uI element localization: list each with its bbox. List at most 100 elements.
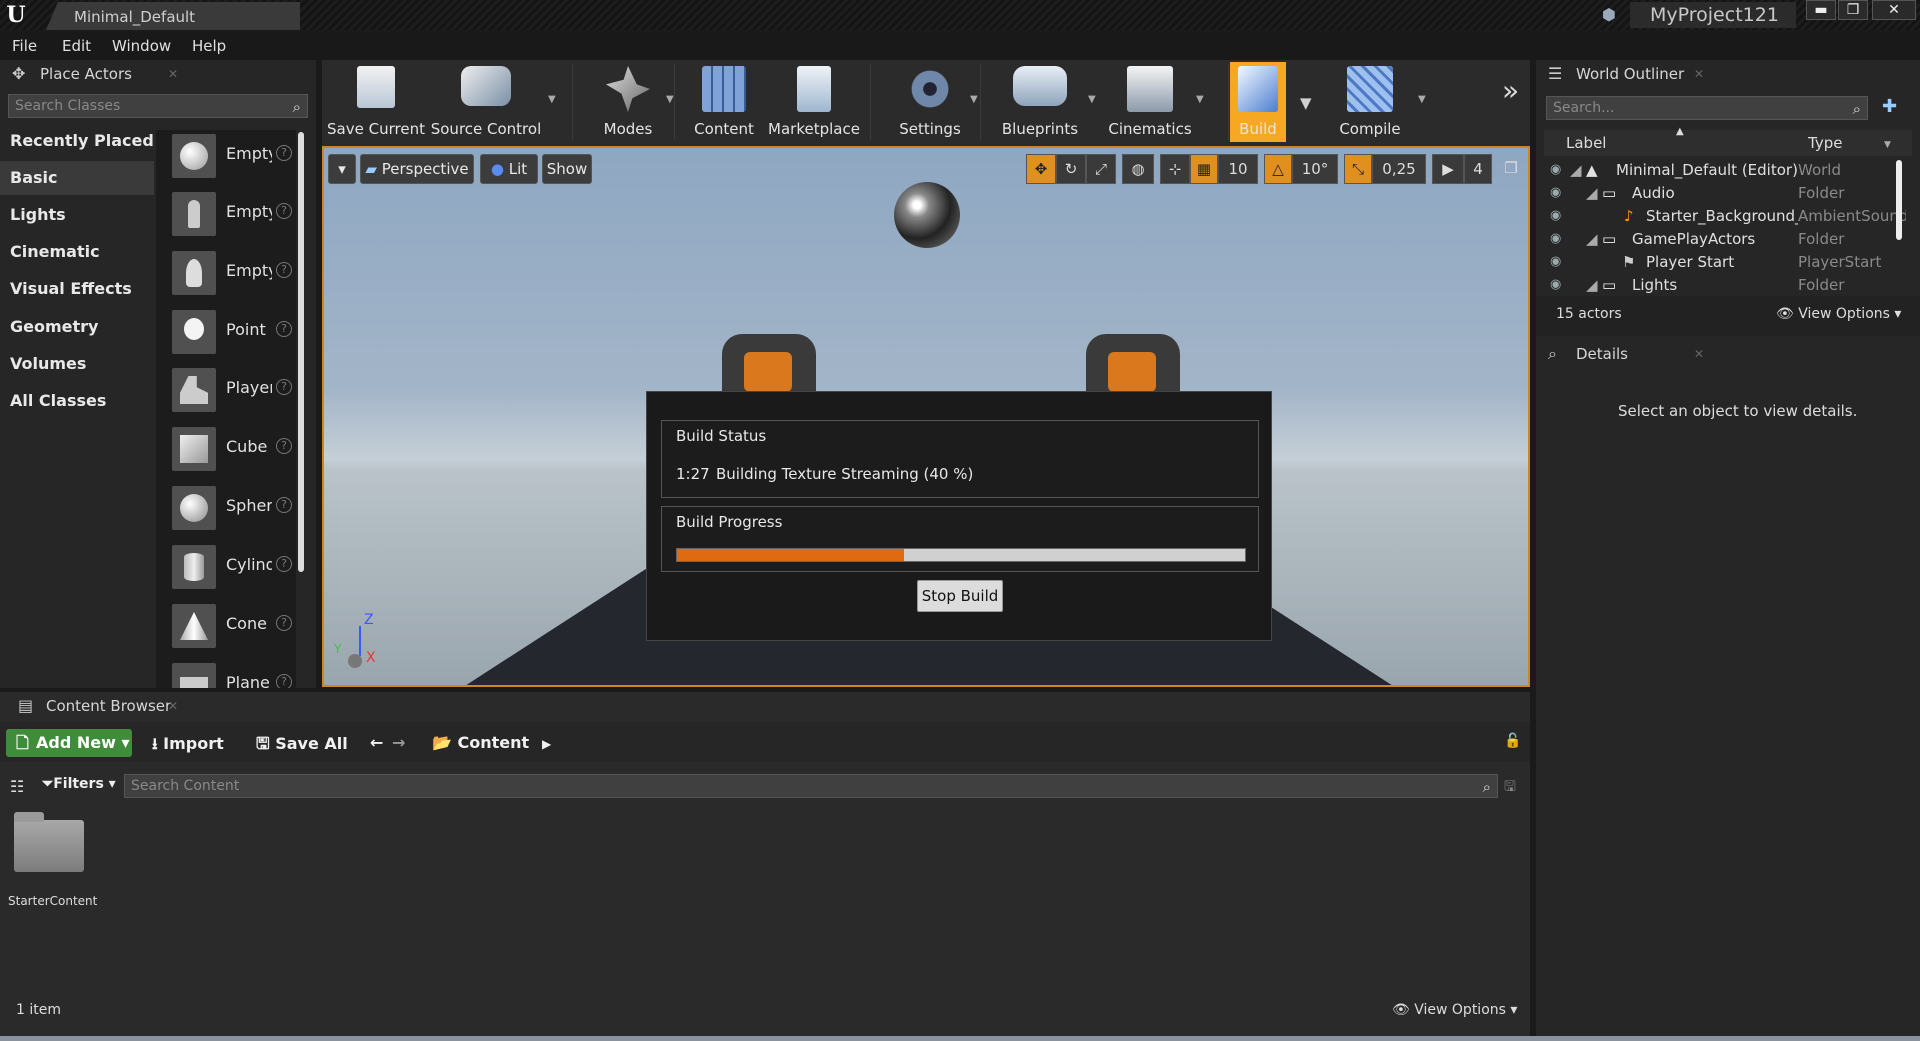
- actor-item[interactable]: Cube ?: [164, 423, 296, 471]
- chevron-down-icon[interactable]: ▼: [548, 94, 556, 105]
- search-classes-input[interactable]: Search Classes ⌕: [8, 94, 308, 118]
- outliner-row[interactable]: ◉ ♪ Starter_Background_C AmbientSound: [1536, 206, 1912, 229]
- help-icon[interactable]: ?: [276, 674, 292, 688]
- visibility-eye-icon[interactable]: ◉: [1550, 254, 1561, 269]
- column-label-header[interactable]: Label: [1566, 134, 1606, 152]
- visibility-eye-icon[interactable]: ◉: [1550, 162, 1561, 177]
- expand-arrow-icon[interactable]: ◢: [1586, 276, 1598, 293]
- chevron-down-icon[interactable]: ▼: [970, 94, 978, 105]
- level-tab[interactable]: Minimal_Default: [46, 2, 300, 30]
- help-icon[interactable]: ?: [276, 145, 292, 161]
- actor-list-scrollbar[interactable]: [298, 132, 304, 572]
- viewport-options-button[interactable]: ▾: [328, 154, 356, 184]
- sources-toggle-icon[interactable]: ☷: [10, 777, 24, 796]
- place-actors-tab[interactable]: ✥ Place Actors ✕: [0, 60, 186, 88]
- visibility-eye-icon[interactable]: ◉: [1550, 185, 1561, 200]
- close-button[interactable]: ✕: [1872, 0, 1916, 20]
- help-icon[interactable]: ?: [276, 321, 292, 337]
- visibility-eye-icon[interactable]: ◉: [1550, 231, 1561, 246]
- add-new-button[interactable]: 🗋 Add New ▾: [6, 729, 132, 757]
- category-basic[interactable]: Basic: [0, 161, 154, 195]
- scale-snap-value[interactable]: 0,25: [1372, 154, 1426, 184]
- lock-icon[interactable]: 🔓: [1504, 733, 1521, 749]
- category-cinematic[interactable]: Cinematic: [0, 235, 154, 269]
- settings-button[interactable]: Settings ▼: [882, 62, 978, 142]
- rotation-snap-value[interactable]: 10°: [1292, 154, 1338, 184]
- save-search-icon[interactable]: 🖫: [1504, 776, 1516, 800]
- chevron-down-icon[interactable]: ▼: [1088, 94, 1096, 105]
- help-icon[interactable]: ?: [276, 379, 292, 395]
- category-volumes[interactable]: Volumes: [0, 347, 154, 381]
- expand-arrow-icon[interactable]: ◢: [1586, 230, 1598, 248]
- menu-help[interactable]: Help: [192, 37, 226, 55]
- camera-speed-value[interactable]: 4: [1464, 154, 1492, 184]
- translate-tool-icon[interactable]: ✥: [1026, 154, 1056, 184]
- more-tools-chevron-icon[interactable]: »: [1502, 74, 1519, 107]
- category-recently-placed[interactable]: Recently Placed: [0, 124, 154, 158]
- actor-item[interactable]: Point ?: [164, 306, 296, 354]
- minimize-button[interactable]: ▬: [1806, 0, 1836, 20]
- help-icon[interactable]: ?: [276, 262, 292, 278]
- help-icon[interactable]: ?: [276, 556, 292, 572]
- show-button[interactable]: Show: [542, 154, 592, 184]
- back-arrow-icon[interactable]: ←: [370, 733, 383, 752]
- menu-file[interactable]: File: [12, 37, 37, 55]
- actor-item[interactable]: Cylinder ?: [164, 541, 296, 589]
- scale-snap-icon[interactable]: ⤡: [1344, 154, 1372, 184]
- actor-item[interactable]: Empty ?: [164, 247, 296, 295]
- folder-tile-starter-content[interactable]: StarterContent: [0, 802, 100, 922]
- cinematics-button[interactable]: Cinematics ▼: [1098, 62, 1204, 142]
- lit-button[interactable]: ● Lit: [480, 154, 538, 184]
- grid-snap-icon[interactable]: ▦: [1190, 154, 1218, 184]
- category-lights[interactable]: Lights: [0, 198, 154, 232]
- tab-close-icon[interactable]: ✕: [1694, 60, 1704, 88]
- rotation-snap-icon[interactable]: △: [1264, 154, 1292, 184]
- outliner-search-input[interactable]: Search... ⌕: [1546, 96, 1868, 120]
- unreal-logo-icon[interactable]: U: [3, 2, 29, 28]
- maximize-viewport-icon[interactable]: ❐: [1500, 154, 1522, 184]
- visibility-eye-icon[interactable]: ◉: [1550, 277, 1561, 292]
- menu-edit[interactable]: Edit: [62, 37, 91, 55]
- path-chevron-icon[interactable]: ▶: [542, 737, 551, 751]
- content-browser-tab[interactable]: ▤ Content Browser ✕: [6, 692, 186, 720]
- scale-tool-icon[interactable]: ⤢: [1086, 154, 1116, 184]
- save-all-button[interactable]: 🖫 Save All: [256, 733, 348, 760]
- outliner-row[interactable]: ◉ ◢ ▭ Lights Folder: [1536, 275, 1912, 293]
- content-button[interactable]: Content: [684, 62, 764, 142]
- blueprints-button[interactable]: Blueprints ▼: [990, 62, 1096, 142]
- chevron-down-icon[interactable]: ▼: [1196, 94, 1204, 105]
- actor-item[interactable]: Cone ?: [164, 600, 296, 648]
- marketplace-button[interactable]: Marketplace: [766, 62, 862, 142]
- menu-window[interactable]: Window: [112, 37, 171, 55]
- rotate-tool-icon[interactable]: ↻: [1056, 154, 1086, 184]
- maximize-button[interactable]: ❐: [1838, 0, 1868, 20]
- column-type-header[interactable]: Type: [1808, 134, 1842, 152]
- view-options-button[interactable]: 👁 View Options ▾: [1776, 306, 1901, 322]
- save-current-button[interactable]: Save Current: [326, 62, 426, 142]
- outliner-row[interactable]: ◉ ◢ ▭ Audio Folder: [1536, 183, 1912, 206]
- tab-close-icon[interactable]: ✕: [168, 692, 178, 720]
- category-all-classes[interactable]: All Classes: [0, 384, 154, 418]
- details-tab[interactable]: ⌕ Details ✕: [1536, 340, 1712, 368]
- search-content-input[interactable]: Search Content ⌕: [124, 774, 1498, 798]
- category-geometry[interactable]: Geometry: [0, 310, 154, 344]
- outliner-row[interactable]: ◉ ◢ ▭ GamePlayActors Folder: [1536, 229, 1912, 252]
- compile-button[interactable]: Compile ▼: [1318, 62, 1426, 142]
- source-control-button[interactable]: Source Control ▼: [430, 62, 556, 142]
- outliner-row[interactable]: ◉ ◢ ▲ Minimal_Default (Editor) World: [1536, 160, 1912, 183]
- help-icon[interactable]: ?: [276, 497, 292, 513]
- world-outliner-tab[interactable]: ☰ World Outliner ✕: [1536, 60, 1712, 88]
- path-content-crumb[interactable]: 📂 Content: [432, 733, 529, 752]
- tab-close-icon[interactable]: ✕: [168, 60, 178, 88]
- stop-build-button[interactable]: Stop Build: [917, 580, 1003, 612]
- help-icon[interactable]: ?: [276, 438, 292, 454]
- perspective-button[interactable]: ▰ Perspective: [360, 154, 474, 184]
- grid-snap-value[interactable]: 10: [1218, 154, 1258, 184]
- modes-button[interactable]: Modes ▼: [584, 62, 674, 142]
- tab-close-icon[interactable]: ✕: [1694, 340, 1704, 368]
- forward-arrow-icon[interactable]: →: [392, 733, 405, 752]
- visibility-eye-icon[interactable]: ◉: [1550, 208, 1561, 223]
- add-filter-icon[interactable]: ✚: [1882, 96, 1897, 117]
- actor-item[interactable]: Empty ?: [164, 130, 296, 178]
- surface-snap-icon[interactable]: ⊹: [1160, 154, 1190, 184]
